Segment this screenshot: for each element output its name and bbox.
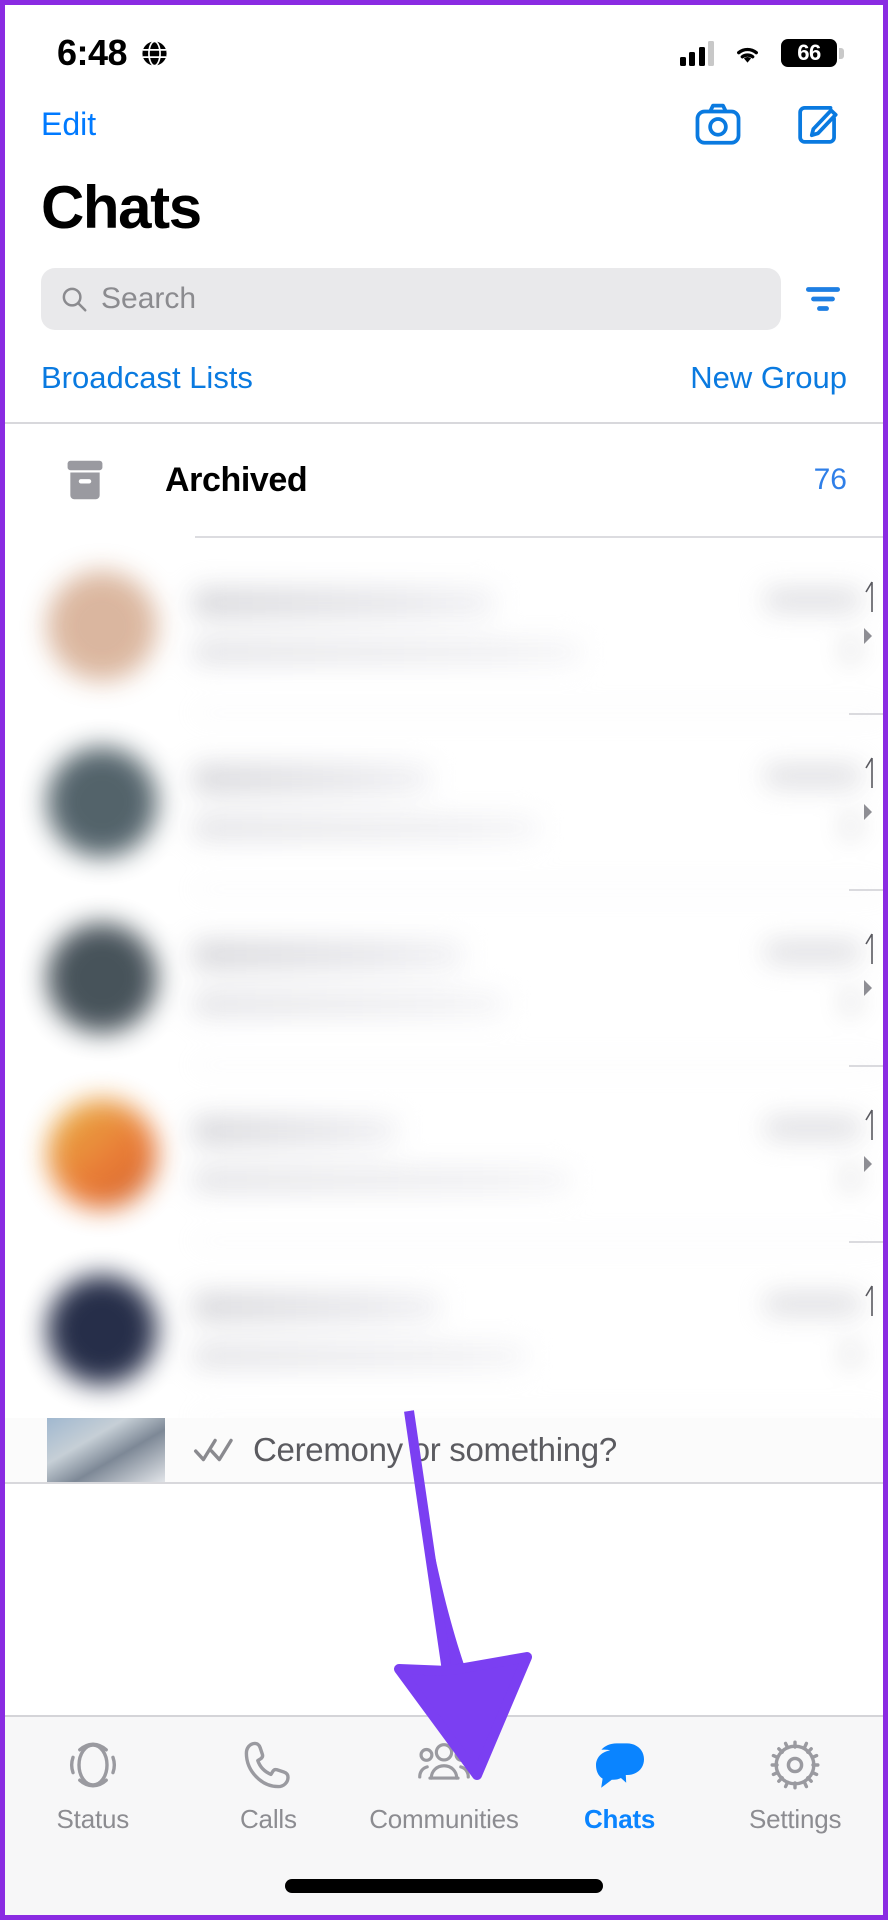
battery-icon: 66 bbox=[781, 39, 844, 67]
avatar bbox=[47, 923, 157, 1033]
status-time: 6:48 bbox=[57, 32, 128, 73]
chat-row-text bbox=[193, 940, 733, 1016]
chat-preview bbox=[193, 640, 582, 664]
chat-timestamp bbox=[765, 765, 861, 787]
tab-chats[interactable]: Chats bbox=[534, 1737, 706, 1835]
search-placeholder: Search bbox=[101, 282, 197, 315]
chat-preview bbox=[193, 1168, 571, 1192]
search-input[interactable]: Search bbox=[41, 268, 781, 330]
chat-row-meta bbox=[733, 1117, 883, 1191]
archived-row[interactable]: Archived 76 bbox=[5, 424, 883, 536]
chat-row-text bbox=[193, 1116, 733, 1192]
tab-communities-label: Communities bbox=[369, 1804, 519, 1834]
chevron-right-icon bbox=[844, 814, 859, 838]
table-row[interactable] bbox=[5, 538, 883, 714]
chat-row-meta bbox=[733, 1293, 883, 1367]
chat-name bbox=[193, 1116, 399, 1146]
chat-row-text bbox=[193, 588, 733, 664]
chat-bubbles-icon bbox=[595, 1743, 644, 1788]
phone-icon bbox=[245, 1741, 291, 1789]
filter-icon bbox=[806, 287, 840, 311]
globe-icon bbox=[142, 40, 167, 66]
chat-timestamp bbox=[765, 1293, 861, 1315]
gear-icon bbox=[770, 1740, 820, 1790]
status-bar: 6:48 66 bbox=[5, 5, 883, 83]
chat-timestamp bbox=[765, 941, 861, 963]
navigation-bar: Edit bbox=[5, 83, 883, 165]
tab-bar: Status Calls Communities Chats Settings bbox=[5, 1715, 883, 1915]
list-item[interactable]: Ceremony or something? bbox=[5, 1418, 883, 1484]
chat-list[interactable] bbox=[5, 538, 883, 1418]
chat-row-text bbox=[193, 1292, 733, 1368]
avatar bbox=[47, 1275, 157, 1385]
photo-thumbnail bbox=[47, 1418, 165, 1482]
search-icon bbox=[62, 287, 87, 312]
status-bar-left: 6:48 bbox=[57, 32, 169, 74]
phone-screen: 6:48 66 Edit Chats Search Broadcast List… bbox=[0, 0, 888, 1920]
chat-row-meta bbox=[733, 589, 883, 663]
tab-settings[interactable]: Settings bbox=[709, 1737, 881, 1835]
chat-timestamp bbox=[765, 589, 861, 611]
chat-name bbox=[193, 764, 431, 794]
table-row[interactable] bbox=[5, 890, 883, 1066]
filter-button[interactable] bbox=[799, 275, 847, 323]
chat-name bbox=[193, 940, 463, 970]
table-row[interactable] bbox=[5, 714, 883, 890]
chat-row-meta bbox=[733, 941, 883, 1015]
status-rings-icon bbox=[69, 1742, 116, 1788]
tab-calls-label: Calls bbox=[239, 1804, 297, 1834]
chat-name bbox=[193, 1292, 442, 1322]
tab-status[interactable]: Status bbox=[7, 1737, 179, 1835]
chevron-right-icon bbox=[844, 990, 859, 1014]
cellular-signal-icon bbox=[679, 40, 714, 66]
message-preview-text: Ceremony or something? bbox=[253, 1431, 617, 1468]
avatar bbox=[47, 1099, 157, 1209]
communities-icon bbox=[418, 1743, 470, 1780]
chat-row-text bbox=[193, 764, 733, 840]
double-check-icon bbox=[193, 1438, 233, 1462]
archive-icon-wrap bbox=[5, 457, 165, 503]
chat-preview bbox=[193, 992, 507, 1016]
table-row[interactable] bbox=[5, 1242, 883, 1418]
home-indicator bbox=[285, 1879, 603, 1893]
tab-communities[interactable]: Communities bbox=[358, 1737, 530, 1835]
chat-row-meta bbox=[733, 765, 883, 839]
camera-icon[interactable] bbox=[693, 99, 743, 149]
table-row[interactable] bbox=[5, 1066, 883, 1242]
new-group-button[interactable]: New Group bbox=[690, 360, 847, 396]
avatar bbox=[47, 571, 157, 681]
archive-box-icon bbox=[67, 460, 103, 500]
chevron-right-icon bbox=[844, 1166, 859, 1190]
chat-preview bbox=[193, 816, 539, 840]
tab-chats-label: Chats bbox=[583, 1804, 656, 1834]
broadcast-lists-button[interactable]: Broadcast Lists bbox=[41, 360, 253, 396]
chevron-right-icon bbox=[844, 1342, 859, 1366]
nav-action-group bbox=[693, 99, 843, 149]
wifi-icon bbox=[737, 47, 758, 63]
battery-level: 66 bbox=[797, 40, 821, 65]
chat-name bbox=[193, 588, 496, 618]
chat-preview bbox=[193, 1344, 528, 1368]
chevron-right-icon bbox=[844, 638, 859, 662]
quick-links-row: Broadcast Lists New Group bbox=[5, 330, 883, 424]
edit-button[interactable]: Edit bbox=[41, 106, 96, 143]
archived-label: Archived bbox=[165, 460, 308, 499]
search-row: Search bbox=[5, 242, 883, 330]
page-title: Chats bbox=[41, 174, 202, 241]
avatar bbox=[47, 747, 157, 857]
compose-icon[interactable] bbox=[793, 99, 843, 149]
chat-timestamp bbox=[765, 1117, 861, 1139]
archived-count: 76 bbox=[813, 463, 847, 496]
tab-calls[interactable]: Calls bbox=[182, 1737, 354, 1835]
tab-settings-label: Settings bbox=[748, 1804, 842, 1834]
status-bar-right: 66 bbox=[679, 39, 844, 67]
tab-status-label: Status bbox=[56, 1804, 130, 1834]
